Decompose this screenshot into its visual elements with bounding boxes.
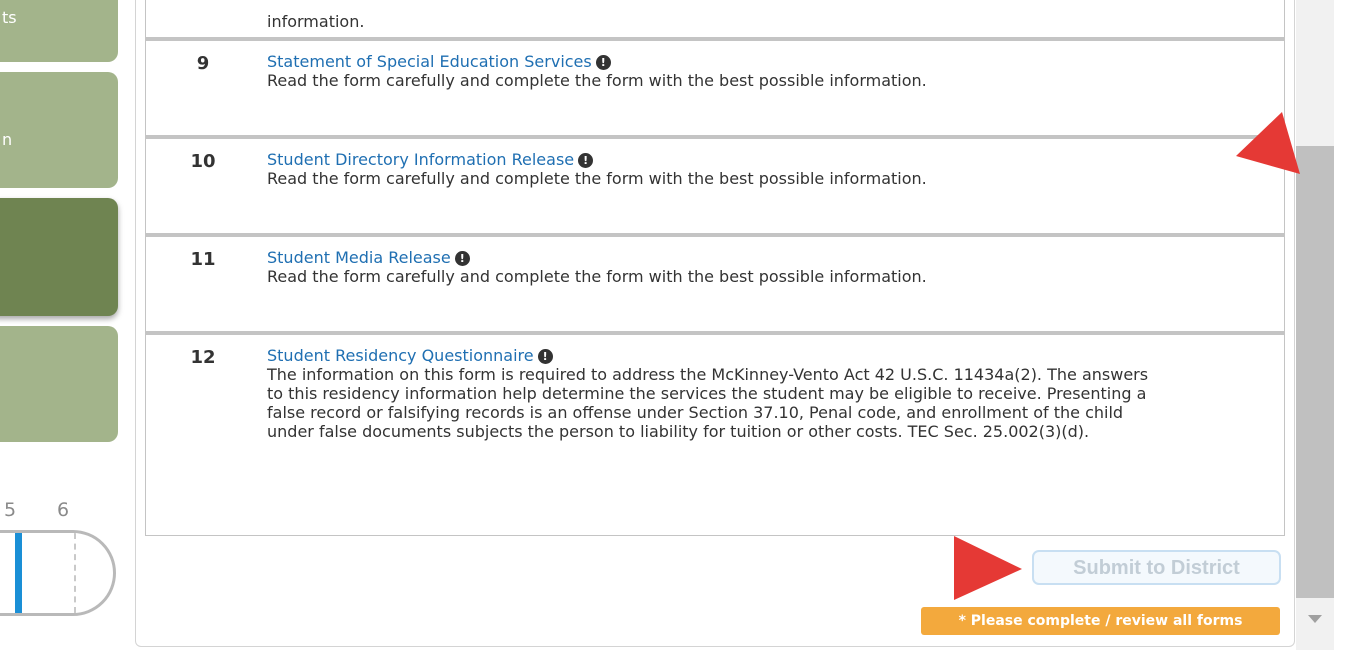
sidebar-item-1[interactable]: ts [0,0,118,62]
sidebar-item-active[interactable] [0,198,118,316]
form-row-partial: information. [145,0,1285,38]
row-content: Student Media Release! Read the form car… [267,248,1167,286]
progress-bar [0,530,116,616]
sidebar-item-2[interactable]: n [0,72,118,188]
row-number: 12 [190,347,216,368]
exclamation-circle-icon[interactable]: ! [578,153,594,168]
sidebar-item-4[interactable] [0,326,118,442]
submit-to-district-button[interactable]: Submit to District [1032,550,1281,585]
progress-fill [0,533,22,613]
form-link-residency-questionnaire[interactable]: Student Residency Questionnaire [267,346,534,365]
row-description: Read the form carefully and complete the… [267,267,927,286]
form-row-12: 12 Student Residency Questionnaire! The … [145,332,1285,536]
row-description: information. [267,12,365,31]
row-content: Student Directory Information Release! R… [267,150,1167,188]
incomplete-forms-warning: * Please complete / review all forms [921,607,1280,635]
sidebar-item-label: n [2,130,13,149]
annotation-arrow-icon [954,536,1022,600]
form-row-9: 9 Statement of Special Education Service… [145,38,1285,136]
form-link-directory-release[interactable]: Student Directory Information Release [267,150,574,169]
row-content: Statement of Special Education Services!… [267,52,1167,90]
form-row-10: 10 Student Directory Information Release… [145,136,1285,234]
annotation-arrow-icon [1236,112,1300,174]
progress-divider [74,533,76,613]
exclamation-circle-icon[interactable]: ! [537,349,553,364]
scroll-down-arrow-icon[interactable] [1308,615,1322,623]
scrollbar-thumb[interactable] [1296,146,1334,598]
exclamation-circle-icon[interactable]: ! [454,251,470,266]
step-label: 6 [57,499,70,521]
sidebar-item-label: ts [2,8,17,27]
exclamation-circle-icon[interactable]: ! [595,55,611,70]
row-content: Student Residency Questionnaire! The inf… [267,346,1167,441]
form-row-11: 11 Student Media Release! Read the form … [145,234,1285,332]
row-description: Read the form carefully and complete the… [267,71,927,90]
step-label: 5 [4,499,17,521]
row-number: 9 [196,53,210,74]
row-description: Read the form carefully and complete the… [267,169,927,188]
row-number: 11 [190,249,216,270]
row-number: 10 [190,151,216,172]
row-description: The information on this form is required… [267,365,1149,441]
form-link-special-education[interactable]: Statement of Special Education Services [267,52,592,71]
form-link-media-release[interactable]: Student Media Release [267,248,451,267]
